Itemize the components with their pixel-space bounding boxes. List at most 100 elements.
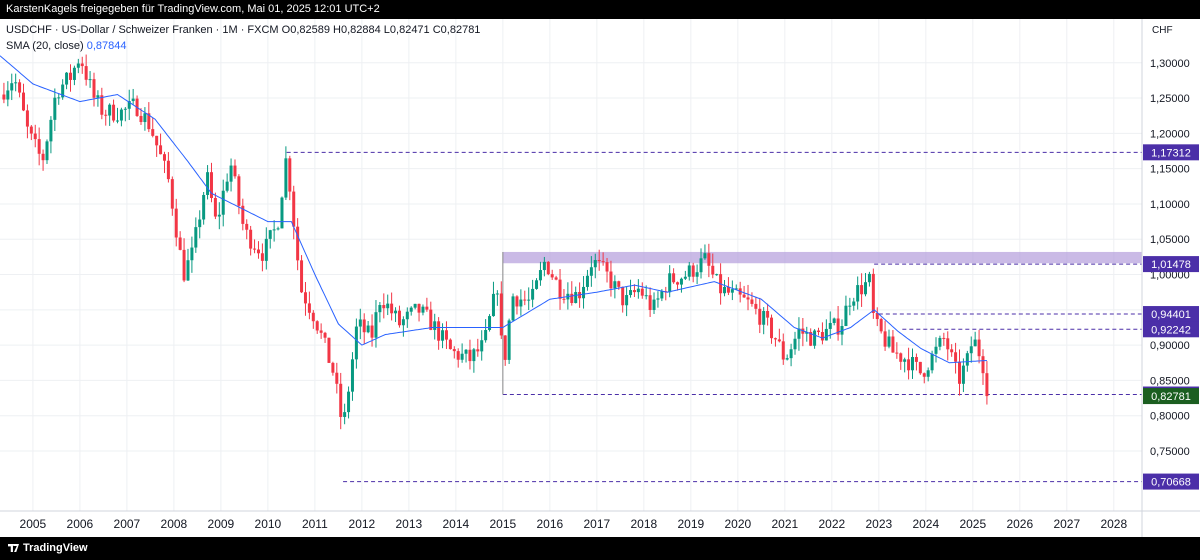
candle-body [617,281,621,287]
candle-body [331,362,335,373]
candle-body [409,307,413,312]
candle-body [37,139,41,154]
candle-body [221,190,225,215]
candle-body [535,280,539,289]
candle-body [119,109,123,121]
candle-body [92,79,96,98]
candle-body [817,330,821,333]
y-tick-label: 1,05000 [1150,234,1190,246]
candle-body [162,154,166,161]
candle-body [711,265,715,275]
candle-body [2,94,6,100]
candle-body [347,391,351,413]
candle-body [723,286,727,294]
candle-body [413,303,417,308]
candle-body [860,285,864,295]
candle-body [245,223,249,230]
price-label-text: 1,17312 [1151,147,1191,159]
candle-body [938,337,942,347]
candle-body [605,262,609,272]
candle-body [268,230,272,239]
candle-body [871,273,875,313]
price-chart[interactable]: CHF 1,30000 1,25000 1,20000 1,15000 1,10000 1,… [0,19,1200,537]
x-tick-label: 2016 [537,517,564,531]
candle-body [96,95,100,98]
candle-body [174,208,178,238]
symbol-info: USDCHF · US-Dollar / Schweizer Franken ·… [6,24,481,36]
y-tick-label: 0,80000 [1150,411,1190,423]
candle-body [143,113,147,123]
candle-body [437,321,441,341]
candle-body [182,249,186,281]
brand-name: TradingView [23,542,88,554]
candle-body [358,319,362,327]
candle-body [311,312,315,322]
candle-body [965,353,969,366]
price-label-text: 0,94401 [1151,309,1191,321]
candle-body [198,219,202,228]
tradingview-logo-icon [8,544,19,552]
candle-body [72,67,76,80]
candle-body [194,227,198,248]
axis-currency-label: CHF [1152,25,1173,36]
candle-body [676,282,680,285]
x-tick-label: 2020 [724,517,751,531]
candle-body [390,303,394,314]
candle-body [918,361,922,374]
candle-body [374,312,378,338]
candle-body [178,237,182,250]
candle-body [922,373,926,377]
chart-frame[interactable]: CHF 1,30000 1,25000 1,20000 1,15000 1,10000 1,… [0,19,1200,537]
candle-body [213,198,217,217]
candle-body [832,318,836,324]
x-tick-label: 2013 [396,517,423,531]
candle-body [715,274,719,276]
candle-body [527,299,531,301]
tradingview-logo[interactable]: TradingView [8,537,88,560]
candle-body [386,303,390,309]
attribution-bar: KarstenKagels freigegeben für TradingVie… [0,0,1200,19]
candle-body [754,303,758,309]
candle-body [112,104,116,121]
x-tick-label: 2022 [818,517,845,531]
candle-body [648,295,652,310]
candle-body [264,238,268,261]
x-tick-label: 2008 [161,517,188,531]
x-tick-label: 2015 [490,517,517,531]
candle-body [977,339,981,357]
candle-body [249,229,253,249]
candle-body [950,349,954,353]
candle-body [139,115,143,123]
candle-body [542,261,546,271]
x-tick-label: 2006 [67,517,94,531]
candle-body [597,260,601,262]
candle-body [758,308,762,325]
candle-body [644,295,648,297]
candle-body [104,114,108,116]
x-tick-label: 2028 [1100,517,1127,531]
candle-body [303,292,307,304]
candle-body [21,92,25,111]
candle-body [484,329,488,341]
candle-body [589,267,593,276]
candle-body [668,273,672,293]
candle-body [554,277,558,280]
candle-body [625,295,629,306]
candle-body [370,325,374,338]
candle-body [762,310,766,325]
candle-body [300,260,304,293]
candle-body [115,120,119,122]
candle-body [472,349,476,362]
candle-body [441,330,445,341]
candle-body [914,357,918,362]
candle-body [879,319,883,332]
candle-body [76,63,80,68]
candle-body [546,261,550,275]
candle-body [272,229,276,231]
candle-body [53,97,57,120]
candle-body [123,108,127,110]
chart-legend: USDCHF · US-Dollar / Schweizer Franken ·… [6,22,480,54]
candle-body [260,253,264,261]
x-tick-label: 2019 [677,517,704,531]
candle-body [601,261,605,263]
